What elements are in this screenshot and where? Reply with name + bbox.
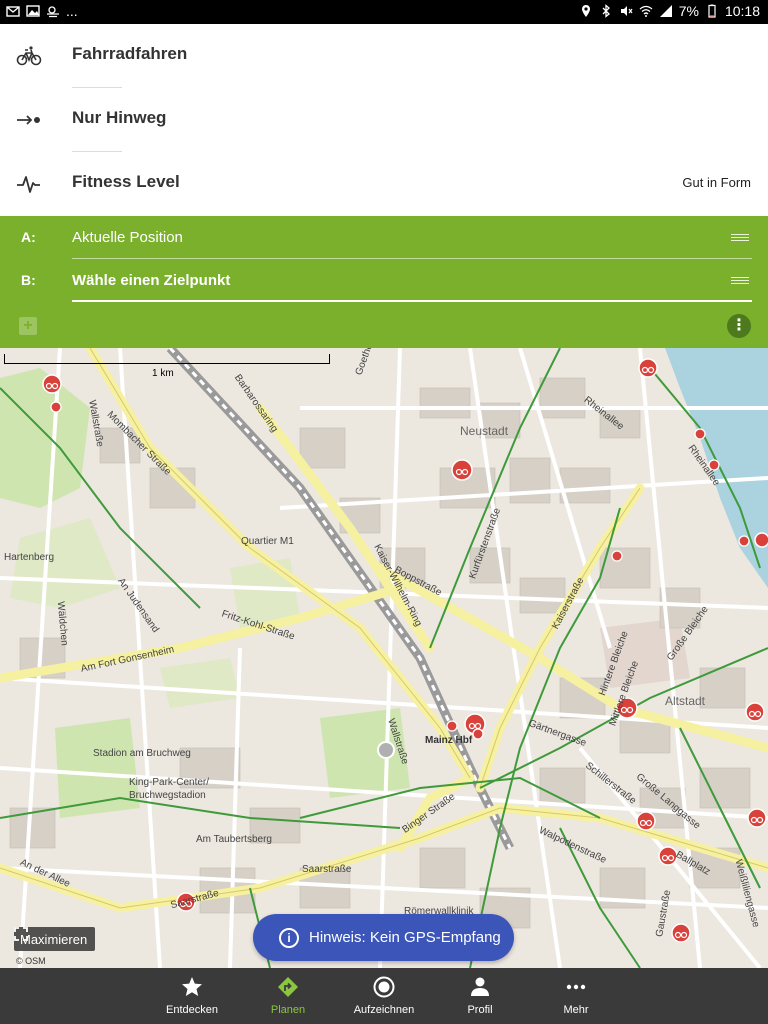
destination-point-key: B: [21,272,36,288]
record-icon [373,976,395,998]
image-icon [26,5,40,17]
destination-point-value: Wähle einen Zielpunkt [72,272,231,289]
route-points-panel: A: Aktuelle Position B: Wähle einen Ziel… [0,216,768,348]
add-waypoint-button[interactable]: + [19,317,37,335]
one-way-arrow-icon [17,115,40,125]
fitness-label: Fitness Level [72,172,180,191]
map-label: Altstadt [665,694,706,708]
map-attribution[interactable]: © OSM [16,956,46,966]
map-label: Mainz Hbf [425,735,473,746]
fitness-selector[interactable]: Fitness Level Gut in Form [0,152,768,216]
map-label: Saarstraße [302,864,352,875]
star-icon [182,977,202,996]
status-overflow: ... [66,3,78,19]
start-point-key: A: [21,229,36,245]
status-bar-system: 7% 10:18 [579,3,760,19]
nav-tab-profil[interactable]: Profil [440,968,520,1024]
mute-icon [620,6,633,16]
location-icon [581,5,590,17]
status-bar: ... 7% 10:18 [0,0,768,24]
person-icon [471,977,489,996]
bicycle-icon [16,46,42,66]
sport-selector[interactable]: Fahrradfahren [0,24,768,88]
direction-label: Nur Hinweg [72,108,167,127]
nav-label: Mehr [563,1004,589,1016]
drag-handle-icon[interactable] [731,277,749,285]
fitness-value: Gut in Form [682,175,751,190]
start-point-value: Aktuelle Position [72,229,183,246]
nav-tab-aufzeichnen[interactable]: Aufzeichnen [344,968,424,1024]
gps-notice-text: Hinweis: Kein GPS-Empfang [309,929,501,946]
signal-icon [659,5,672,17]
map-label: Quartier M1 [241,536,294,547]
nav-label: Entdecken [166,1004,218,1016]
route-sign-icon [278,977,298,997]
route-options-button[interactable]: ⋮ [727,314,751,338]
divider [72,300,752,302]
nav-label: Aufzeichnen [353,1004,415,1016]
nav-tab-mehr[interactable]: Mehr [536,968,616,1024]
map-scale-label: 1 km [152,368,174,379]
maximize-label: Maximieren [20,931,88,947]
map-label: King-Park-Center/ [129,777,210,788]
bluetooth-icon [602,4,610,18]
pulse-icon [17,176,40,193]
bottom-navigation: Entdecken Planen Aufzeichnen Profil Mehr [0,968,768,1024]
map-scale-bar [4,354,330,364]
map-view[interactable]: 1 km Neustadt Altstadt Quartier M1 Harte… [0,348,768,968]
nav-label: Planen [270,1004,306,1016]
sport-label: Fahrradfahren [72,44,188,63]
more-dots-icon [566,984,586,990]
map-label: Stadion am Bruchweg [93,748,191,759]
clock: 10:18 [724,3,760,19]
map-label: Hartenberg [4,552,55,563]
map-label: Bruchwegstadion [129,790,206,801]
map-label: Neustadt [460,424,509,438]
tour-settings: Fahrradfahren Nur Hinweg Fitness Level G… [0,24,768,216]
map-label: Am Taubertsberg [196,834,272,845]
maximize-map-button[interactable]: Maximieren [14,927,96,951]
battery-icon [708,4,716,18]
destination-point-row[interactable]: B: Wähle einen Zielpunkt [0,259,768,302]
mail-icon [6,6,20,17]
maximize-icon [14,927,28,941]
gps-notice-banner[interactable]: i Hinweis: Kein GPS-Empfang [253,914,514,961]
nav-tab-planen[interactable]: Planen [248,968,328,1024]
status-bar-notifications: ... [6,3,78,19]
wifi-icon [639,5,653,17]
nav-label: Profil [467,1004,493,1016]
weather-icon [47,6,59,18]
direction-selector[interactable]: Nur Hinweg [0,88,768,152]
start-point-row[interactable]: A: Aktuelle Position [0,216,768,259]
battery-percent: 7% [678,3,699,19]
info-icon: i [279,927,299,948]
drag-handle-icon[interactable] [731,234,749,242]
nav-tab-entdecken[interactable]: Entdecken [152,968,232,1024]
